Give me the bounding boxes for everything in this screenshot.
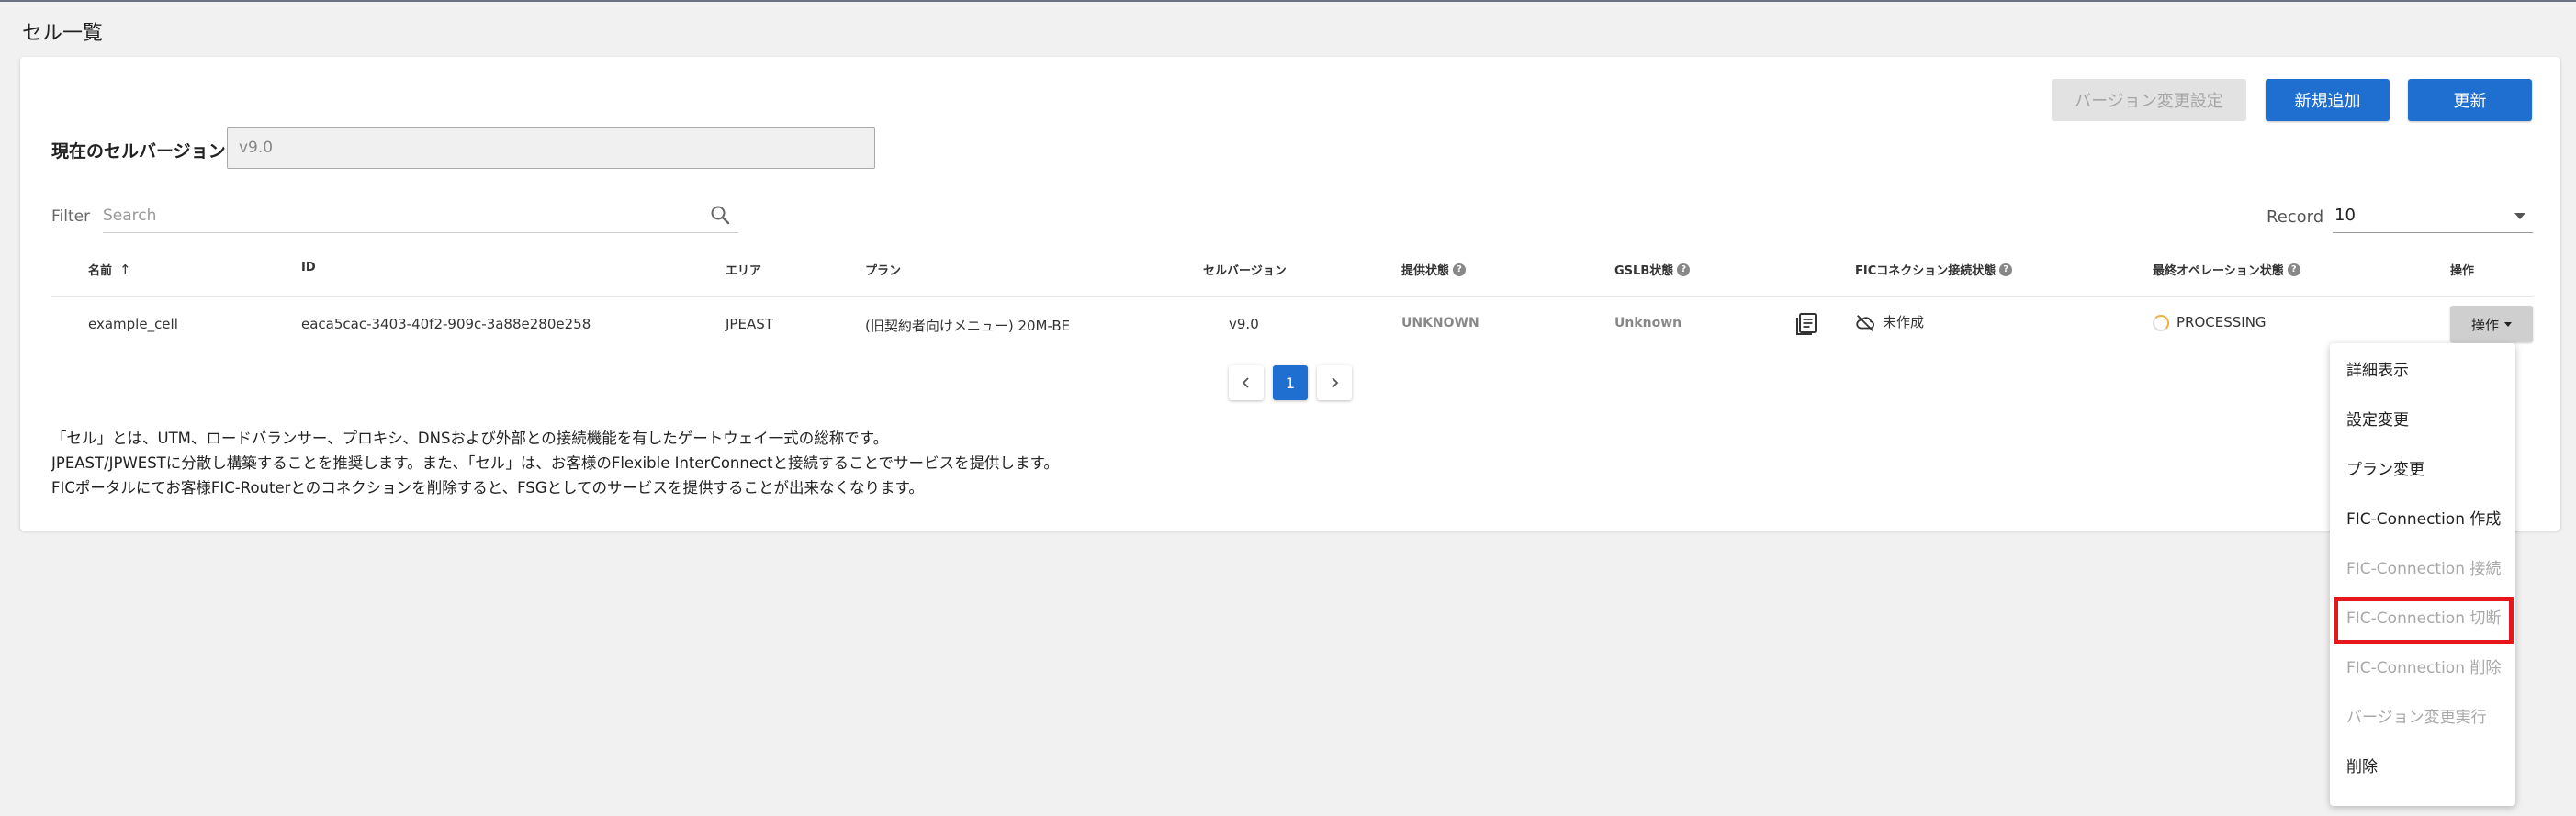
description-line: 「セル」とは、UTM、ロードバランサー、プロキシ、DNSおよび外部との接続機能を… xyxy=(51,430,889,447)
description: 「セル」とは、UTM、ロードバランサー、プロキシ、DNSおよび外部との接続機能を… xyxy=(51,426,1059,500)
document-icon[interactable] xyxy=(1793,310,1820,338)
description-line: JPEAST/JPWESTに分散し構築することを推奨します。また、「セル」は、お… xyxy=(51,454,1059,472)
menu-item-settings-change[interactable]: 設定変更 xyxy=(2330,393,2515,442)
header-plan: プラン xyxy=(865,261,901,278)
header-id: ID xyxy=(301,261,316,274)
header-last-op-status-label: 最終オペレーション状態 xyxy=(2153,264,2284,278)
current-version-field: v9.0 xyxy=(227,127,875,169)
help-icon[interactable]: ? xyxy=(1677,263,1691,276)
table-row: example_cell eaca5cac-3403-40f2-909c-3a8… xyxy=(51,297,2533,351)
header-provision-status-label: 提供状態 xyxy=(1401,264,1450,278)
loading-spinner-icon xyxy=(2153,314,2169,331)
help-icon[interactable]: ? xyxy=(1453,263,1467,276)
cell-last-op-status: PROCESSING xyxy=(2153,314,2267,331)
version-change-setting-button[interactable]: バージョン変更設定 xyxy=(2052,79,2246,121)
sort-ascending-icon: ↑ xyxy=(119,261,131,278)
last-op-status-text: PROCESSING xyxy=(2177,314,2267,330)
actions-dropdown-menu: 詳細表示 設定変更 プラン変更 FIC-Connection 作成 FIC-Co… xyxy=(2330,343,2515,806)
search-field xyxy=(103,196,738,233)
header-actions-label: 操作 xyxy=(2450,264,2475,278)
header-gslb-status-label: GSLB状態 xyxy=(1614,264,1674,278)
refresh-button[interactable]: 更新 xyxy=(2408,79,2532,121)
record-value: 10 xyxy=(2334,206,2356,225)
menu-item-detail[interactable]: 詳細表示 xyxy=(2330,343,2515,393)
caret-down-icon xyxy=(2504,321,2512,327)
caret-down-icon xyxy=(2514,213,2525,219)
header-last-op-status: 最終オペレーション状態 ? xyxy=(2153,261,2300,278)
header-fic-status-label: FICコネクション接続状態 xyxy=(1855,264,1997,278)
header-gslb-status: GSLB状態 ? xyxy=(1614,261,1691,278)
actions-button-label: 操作 xyxy=(2470,316,2499,333)
cell-plan: (旧契約者向けメニュー) 20M-BE xyxy=(865,318,1071,334)
cell-gslb-status: Unknown xyxy=(1614,316,1682,330)
header-id-label: ID xyxy=(301,261,316,274)
header-cell-version: セルバージョン xyxy=(1203,261,1287,278)
highlight-box xyxy=(2334,597,2514,644)
page-button-current[interactable]: 1 xyxy=(1273,365,1308,400)
current-version-label: 現在のセルバージョン xyxy=(51,141,226,162)
help-icon[interactable]: ? xyxy=(2287,263,2300,276)
menu-item-fic-connect[interactable]: FIC-Connection 接続 xyxy=(2330,542,2515,591)
search-icon[interactable] xyxy=(709,204,731,226)
cell-fic-status: 未作成 xyxy=(1855,312,1924,333)
menu-item-fic-create[interactable]: FIC-Connection 作成 xyxy=(2330,492,2515,542)
record-label: Record xyxy=(2267,207,2324,227)
actions-dropdown-button[interactable]: 操作 xyxy=(2450,306,2533,342)
page-title: セル一覧 xyxy=(22,22,104,45)
cell-version: v9.0 xyxy=(1229,316,1259,332)
table-header: 名前 ↑ ID エリア プラン セルバージョン 提供状態 ? GSLB状態 ? … xyxy=(51,239,2533,297)
chevron-right-icon xyxy=(1332,377,1339,388)
record-select[interactable]: 10 xyxy=(2333,196,2533,233)
menu-item-delete[interactable]: 削除 xyxy=(2330,740,2515,789)
menu-item-fic-delete[interactable]: FIC-Connection 削除 xyxy=(2330,641,2515,690)
prev-page-button[interactable] xyxy=(1229,365,1264,400)
header-plan-label: プラン xyxy=(865,264,902,278)
help-icon[interactable]: ? xyxy=(1999,263,2013,276)
add-new-button[interactable]: 新規追加 xyxy=(2266,79,2390,121)
cell-name: example_cell xyxy=(88,316,178,332)
menu-item-version-change-exec[interactable]: バージョン変更実行 xyxy=(2330,690,2515,740)
cell-area: JPEAST xyxy=(726,316,773,332)
cell-table: 名前 ↑ ID エリア プラン セルバージョン 提供状態 ? GSLB状態 ? … xyxy=(51,239,2533,351)
header-provision-status: 提供状態 ? xyxy=(1401,261,1467,278)
next-page-button[interactable] xyxy=(1317,365,1352,400)
cell-provision-status: UNKNOWN xyxy=(1401,316,1479,330)
header-name-label: 名前 xyxy=(88,264,113,278)
header-cell-version-label: セルバージョン xyxy=(1203,264,1287,278)
pagination: 1 xyxy=(1229,365,1352,400)
cloud-off-icon xyxy=(1856,314,1874,331)
fic-status-text: 未作成 xyxy=(1883,314,1925,330)
cell-list-card: バージョン変更設定 新規追加 更新 現在のセルバージョン v9.0 Filter… xyxy=(20,57,2560,531)
filter-label: Filter xyxy=(51,207,91,226)
chevron-left-icon xyxy=(1242,377,1249,388)
cell-id: eaca5cac-3403-40f2-909c-3a88e280e258 xyxy=(301,316,591,332)
header-area-label: エリア xyxy=(726,264,762,278)
header-actions: 操作 xyxy=(2450,261,2474,278)
header-name[interactable]: 名前 ↑ xyxy=(88,261,131,279)
description-line: FICポータルにてお客様FIC-Routerとのコネクションを削除すると、FSG… xyxy=(51,479,924,497)
header-fic-status: FICコネクション接続状態 ? xyxy=(1855,261,2013,278)
menu-item-plan-change[interactable]: プラン変更 xyxy=(2330,442,2515,492)
search-input[interactable] xyxy=(103,202,691,229)
header-area: エリア xyxy=(726,261,761,278)
